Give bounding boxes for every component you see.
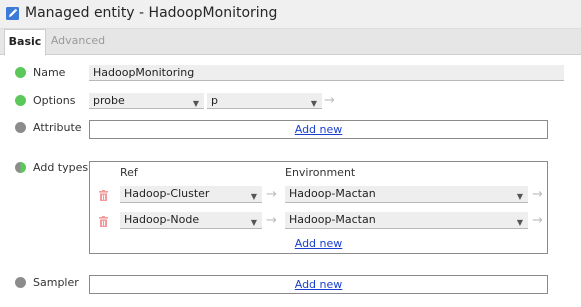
window-title: Managed entity - HadoopMonitoring [25, 5, 278, 21]
navigate-arrow-icon[interactable]: → [266, 188, 277, 201]
type-ref-dropdown[interactable]: Hadoop-Node ▼ [120, 212, 262, 229]
chevron-down-icon: ▼ [516, 192, 523, 201]
tab-basic[interactable]: Basic [4, 29, 46, 56]
sampler-add-new-box: Add new [89, 275, 548, 294]
chevron-down-icon: ▼ [310, 99, 317, 108]
attribute-status-indicator [15, 122, 26, 133]
sampler-add-new-link[interactable]: Add new [295, 278, 343, 291]
delete-icon[interactable] [99, 190, 108, 201]
add-types-status-indicator [15, 162, 26, 173]
type-environment-dropdown[interactable]: Hadoop-Mactan ▼ [285, 186, 528, 203]
environment-column-header: Environment [285, 166, 356, 179]
options-status-indicator [15, 95, 26, 106]
type-ref-value: Hadoop-Node [124, 213, 200, 226]
type-environment-value: Hadoop-Mactan [289, 187, 376, 200]
attribute-label: Attribute [33, 121, 82, 134]
chevron-down-icon: ▼ [250, 218, 257, 227]
type-environment-dropdown[interactable]: Hadoop-Mactan ▼ [285, 212, 528, 229]
add-types-add-new-wrap: Add new [90, 237, 547, 250]
delete-icon[interactable] [99, 216, 108, 227]
attribute-add-new-box: Add new [89, 120, 548, 139]
ref-column-header: Ref [120, 166, 138, 179]
add-types-panel: Ref Environment Hadoop-Cluster ▼ → Hadoo… [89, 161, 548, 254]
type-environment-value: Hadoop-Mactan [289, 213, 376, 226]
chevron-down-icon: ▼ [516, 218, 523, 227]
navigate-arrow-icon[interactable]: → [266, 214, 277, 227]
type-ref-dropdown[interactable]: Hadoop-Cluster ▼ [120, 186, 262, 203]
window-titlebar: Managed entity - HadoopMonitoring [0, 0, 581, 29]
pencil-edit-icon [6, 7, 19, 20]
name-field[interactable]: HadoopMonitoring [89, 65, 564, 81]
options-p-dropdown[interactable]: p ▼ [207, 93, 322, 109]
navigate-arrow-icon[interactable]: → [532, 188, 543, 201]
add-types-add-new-link[interactable]: Add new [295, 237, 343, 250]
options-probe-value: probe [93, 94, 125, 107]
options-label: Options [33, 94, 76, 107]
chevron-down-icon: ▼ [192, 99, 199, 108]
navigate-arrow-icon[interactable]: → [532, 214, 543, 227]
navigate-arrow-icon[interactable]: → [324, 94, 335, 107]
chevron-down-icon: ▼ [250, 192, 257, 201]
name-status-indicator [15, 67, 26, 78]
tab-strip: Basic Advanced [0, 29, 581, 56]
attribute-add-new-link[interactable]: Add new [295, 123, 343, 136]
sampler-label: Sampler [33, 276, 79, 289]
options-p-value: p [211, 94, 218, 107]
sampler-status-indicator [15, 277, 26, 288]
add-types-label: Add types [33, 161, 89, 174]
options-probe-dropdown[interactable]: probe ▼ [89, 93, 204, 109]
tab-advanced[interactable]: Advanced [47, 29, 109, 55]
name-label: Name [33, 66, 66, 79]
type-ref-value: Hadoop-Cluster [124, 187, 210, 200]
